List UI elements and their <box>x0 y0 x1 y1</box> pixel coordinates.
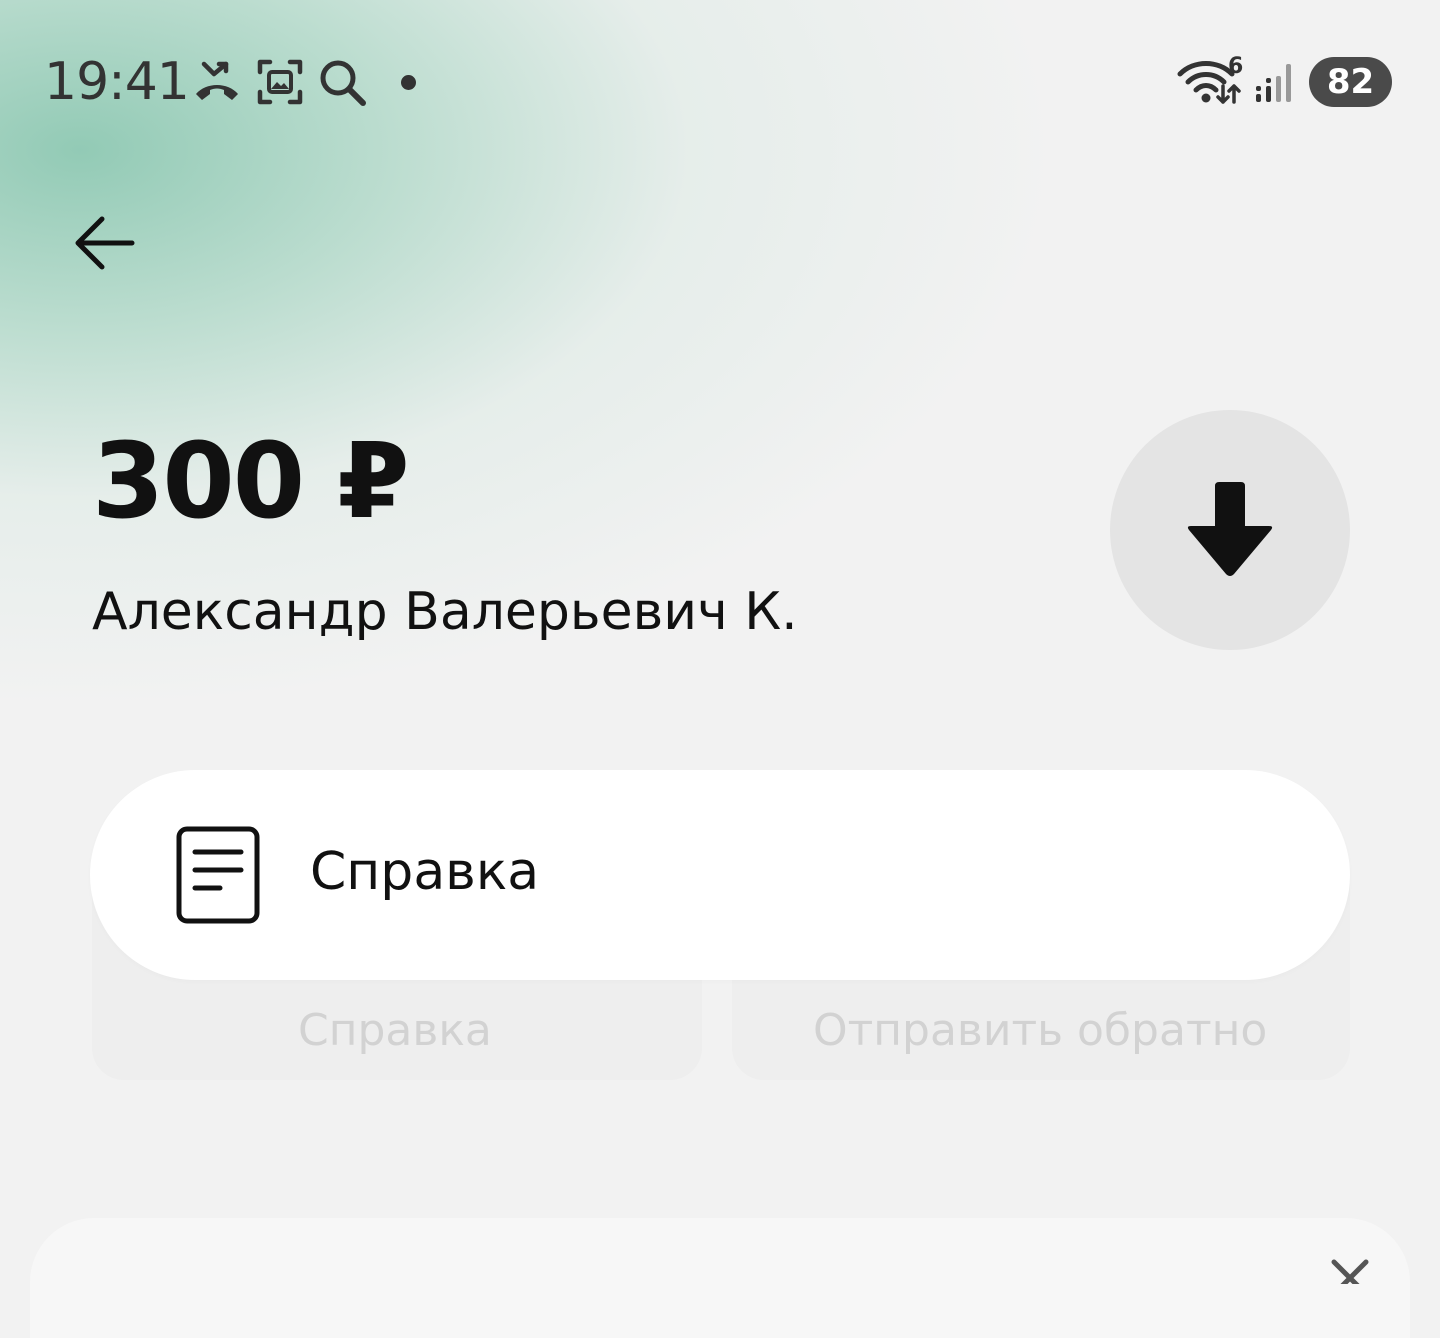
document-icon <box>176 826 260 924</box>
status-time: 19:41 <box>44 52 190 112</box>
status-bar: 19:41 6 82 <box>0 0 1440 165</box>
screenshot-icon <box>257 59 303 105</box>
back-button[interactable] <box>68 205 144 281</box>
signal-icon <box>1256 64 1291 102</box>
popup-menu: Справка <box>90 770 1350 980</box>
menu-item-certificate[interactable]: Справка <box>90 770 1350 980</box>
menu-item-label: Справка <box>310 842 540 902</box>
wifi-badge: 6 <box>1228 54 1244 79</box>
recipient-name: Александр Валерьевич К. <box>92 582 798 642</box>
arrow-left-icon <box>75 216 135 270</box>
missed-call-icon <box>196 61 238 100</box>
action-label-certificate: Справка <box>298 1005 492 1056</box>
close-icon <box>1331 1259 1369 1284</box>
bottom-sheet <box>30 1218 1410 1338</box>
transaction-type-badge <box>1110 410 1350 650</box>
battery-indicator: 82 <box>1309 57 1392 107</box>
action-label-send-back: Отправить обратно <box>813 1005 1268 1056</box>
search-icon <box>320 60 366 106</box>
close-button[interactable] <box>1326 1254 1374 1284</box>
notification-dot-icon <box>401 75 416 90</box>
transaction-amount: 300 ₽ <box>92 420 410 542</box>
arrow-down-icon <box>1187 482 1273 576</box>
